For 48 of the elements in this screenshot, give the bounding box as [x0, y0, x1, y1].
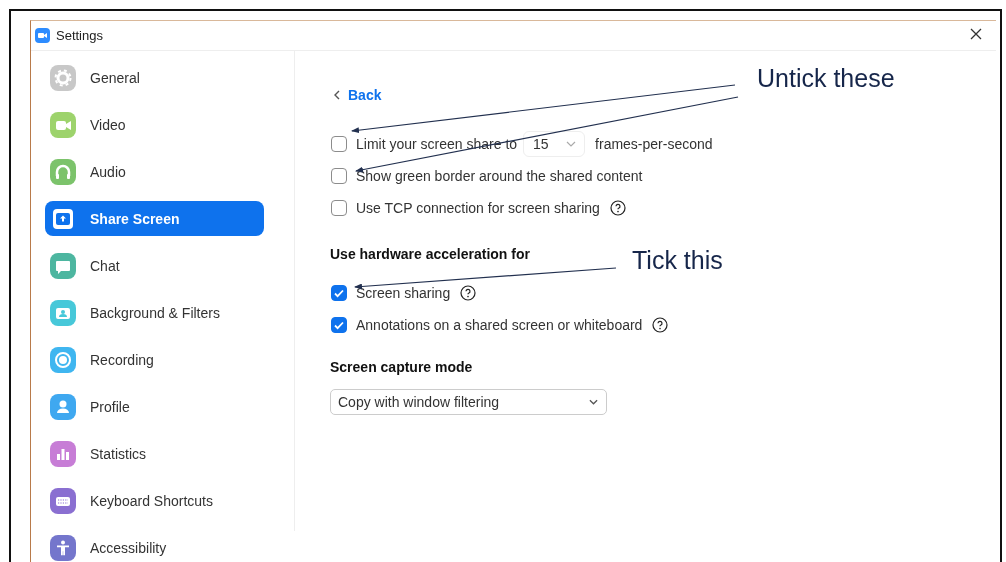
section-heading: Use hardware acceleration for: [330, 245, 530, 264]
checkbox[interactable]: [331, 136, 347, 152]
chevron-down-icon: [566, 141, 577, 147]
chat-bubble-icon: [50, 252, 76, 279]
option-label: Show green border around the shared content: [356, 168, 643, 184]
close-icon[interactable]: [970, 28, 982, 40]
annotation-text: Untick these: [757, 64, 895, 93]
option-label: frames-per-second: [595, 136, 713, 152]
sidebar-item[interactable]: Profile: [45, 389, 264, 424]
sidebar-item[interactable]: Keyboard Shortcuts: [45, 483, 264, 518]
person-icon: [50, 393, 76, 420]
sidebar-item[interactable]: Background & Filters: [45, 295, 264, 330]
checkmark-icon: [333, 319, 345, 331]
help-icon[interactable]: [460, 285, 477, 301]
keyboard-icon: [50, 487, 76, 514]
record-icon: [50, 346, 76, 373]
option-label: Use TCP connection for screen sharing: [356, 200, 600, 216]
chevron-left-icon: [334, 90, 340, 100]
fps-dropdown[interactable]: 15: [523, 131, 586, 157]
checkmark-icon: [333, 287, 345, 299]
back-link[interactable]: Back: [334, 86, 382, 104]
sidebar-item[interactable]: Audio: [45, 154, 264, 189]
sidebar-item[interactable]: Statistics: [45, 436, 264, 471]
sidebar-item[interactable]: Share Screen: [45, 201, 264, 236]
sidebar-item[interactable]: Chat: [45, 248, 264, 283]
sidebar-item[interactable]: Recording: [45, 342, 264, 377]
gear-icon: [50, 64, 76, 91]
video-camera-icon: [50, 111, 76, 138]
checkbox[interactable]: [331, 200, 347, 216]
checkbox[interactable]: [331, 317, 347, 333]
annotation-text: Tick this: [632, 246, 723, 275]
help-icon[interactable]: [609, 200, 626, 216]
checkbox[interactable]: [331, 285, 347, 301]
option-label: Annotations on a shared screen or whiteboard: [356, 317, 643, 333]
capture-mode-dropdown[interactable]: Copy with window filtering: [330, 389, 607, 415]
portrait-icon: [50, 299, 76, 326]
section-heading: Screen capture mode: [330, 358, 473, 377]
chevron-down-icon: [589, 399, 598, 405]
sidebar-item[interactable]: General: [45, 60, 264, 95]
sidebar-item[interactable]: Accessibility: [45, 530, 264, 562]
app-logo-icon: [35, 28, 50, 43]
sidebar-item[interactable]: Video: [45, 107, 264, 142]
window-title: Settings: [56, 28, 103, 43]
bar-chart-icon: [50, 440, 76, 467]
help-icon[interactable]: [652, 317, 669, 333]
option-label: Screen sharing: [356, 285, 451, 301]
checkbox[interactable]: [331, 168, 347, 184]
headphones-icon: [50, 158, 76, 185]
